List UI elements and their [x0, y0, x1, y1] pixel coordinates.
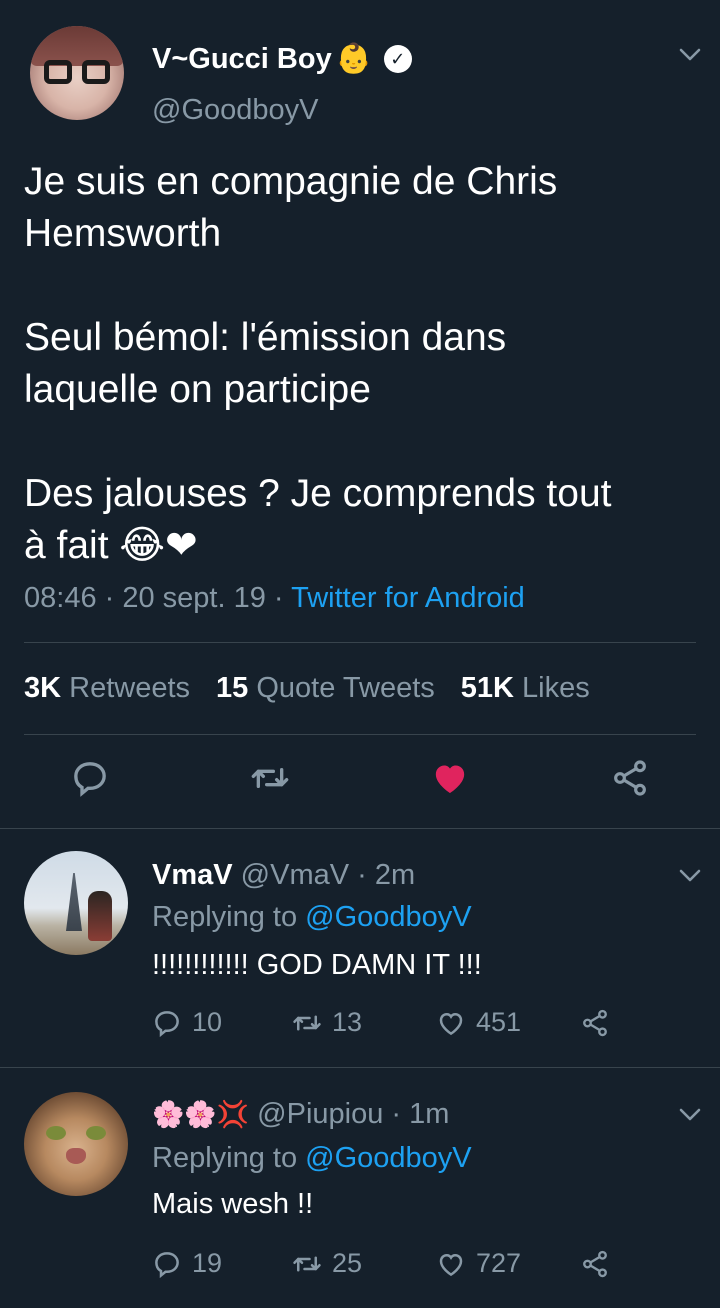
retweet-count: 13 [332, 1007, 363, 1037]
reply-actions: 10 13 451 [152, 1007, 610, 1038]
replying-to: Replying to @GoodboyV [152, 901, 472, 933]
tweet-line: Des jalouses ? Je comprends tout [24, 472, 612, 515]
retweet-icon[interactable] [248, 756, 292, 800]
reply-count: 10 [192, 1007, 223, 1037]
display-name[interactable]: V~Gucci Boy 👶 ✓ [152, 42, 412, 76]
reply-button[interactable]: 10 [152, 1007, 292, 1038]
source-link[interactable]: Twitter for Android [291, 582, 525, 614]
avatar[interactable] [24, 851, 128, 955]
reply-count: 19 [192, 1248, 223, 1278]
likes-stat[interactable]: 51K Likes [461, 672, 590, 705]
share-icon[interactable] [608, 756, 652, 800]
reply-handle-time: @Piupiou · 1m [249, 1098, 450, 1130]
chevron-down-icon[interactable] [678, 863, 702, 887]
reply-icon[interactable] [68, 756, 112, 800]
retweet-count: 25 [332, 1248, 363, 1278]
tweet-meta: 08:46 · 20 sept. 19 · Twitter for Androi… [24, 582, 525, 615]
timestamp: 08:46 · 20 sept. 19 · [24, 582, 292, 614]
replying-to-link[interactable]: @GoodboyV [305, 1142, 471, 1174]
tweet-line: Hemsworth [24, 212, 222, 255]
reply-tweet[interactable]: VmaV @VmaV · 2m Replying to @GoodboyV !!… [0, 829, 720, 1067]
baby-emoji: 👶 [335, 43, 372, 75]
reply-icon [155, 1010, 179, 1037]
display-name-text: V~Gucci Boy [152, 42, 332, 75]
reply-actions: 19 25 727 [152, 1248, 610, 1279]
divider [24, 734, 696, 735]
replying-to: Replying to @GoodboyV [152, 1142, 472, 1174]
handle[interactable]: @GoodboyV [152, 94, 318, 127]
quote-tweets-stat[interactable]: 15 Quote Tweets [216, 672, 435, 705]
reply-display-name[interactable]: 🌸🌸💢 [152, 1099, 249, 1129]
like-count: 727 [476, 1248, 522, 1278]
retweet-icon [293, 1015, 321, 1030]
share-icon [583, 1250, 607, 1277]
retweet-button[interactable]: 25 [292, 1248, 436, 1279]
reply-tweet[interactable]: 🌸🌸💢 @Piupiou · 1m Replying to @GoodboyV … [0, 1068, 720, 1308]
like-button[interactable]: 727 [436, 1248, 580, 1279]
tweet-line: Seul bémol: l'émission dans [24, 316, 507, 359]
retweet-button[interactable]: 13 [292, 1007, 436, 1038]
reply-header: 🌸🌸💢 @Piupiou · 1m [152, 1098, 449, 1131]
tweet-line: à fait 😂❤ [24, 524, 198, 567]
reply-header: VmaV @VmaV · 2m [152, 859, 415, 892]
like-icon-filled[interactable] [428, 756, 472, 800]
tweet-stats: 3K Retweets 15 Quote Tweets 51K Likes [24, 672, 590, 705]
chevron-down-icon[interactable] [678, 1102, 702, 1126]
main-tweet: V~Gucci Boy 👶 ✓ @GoodboyV Je suis en com… [0, 0, 720, 828]
like-icon [439, 1012, 463, 1035]
tweet-line: Je suis en compagnie de Chris [24, 160, 558, 203]
reply-display-name[interactable]: VmaV [152, 859, 233, 891]
retweet-icon [293, 1256, 321, 1271]
share-button[interactable] [580, 1008, 610, 1038]
share-button[interactable] [580, 1249, 610, 1279]
avatar[interactable] [24, 1092, 128, 1196]
retweets-stat[interactable]: 3K Retweets [24, 672, 190, 705]
tweet-text: Je suis en compagnie de Chris Hemsworth … [24, 156, 704, 572]
reply-icon [155, 1251, 179, 1278]
like-button[interactable]: 451 [436, 1007, 580, 1038]
reply-text: !!!!!!!!!!!! GOD DAMN IT !!! [152, 949, 482, 981]
chevron-down-icon[interactable] [678, 42, 702, 66]
tweet-line: laquelle on participe [24, 368, 371, 411]
reply-button[interactable]: 19 [152, 1248, 292, 1279]
replying-to-link[interactable]: @GoodboyV [305, 901, 471, 933]
divider [24, 642, 696, 643]
avatar[interactable] [30, 26, 124, 120]
like-count: 451 [476, 1007, 522, 1037]
reply-text: Mais wesh !! [152, 1188, 314, 1220]
verified-badge-icon: ✓ [383, 45, 412, 73]
share-icon [583, 1009, 607, 1036]
like-icon [439, 1253, 463, 1276]
reply-handle-time: @VmaV · 2m [232, 859, 416, 891]
